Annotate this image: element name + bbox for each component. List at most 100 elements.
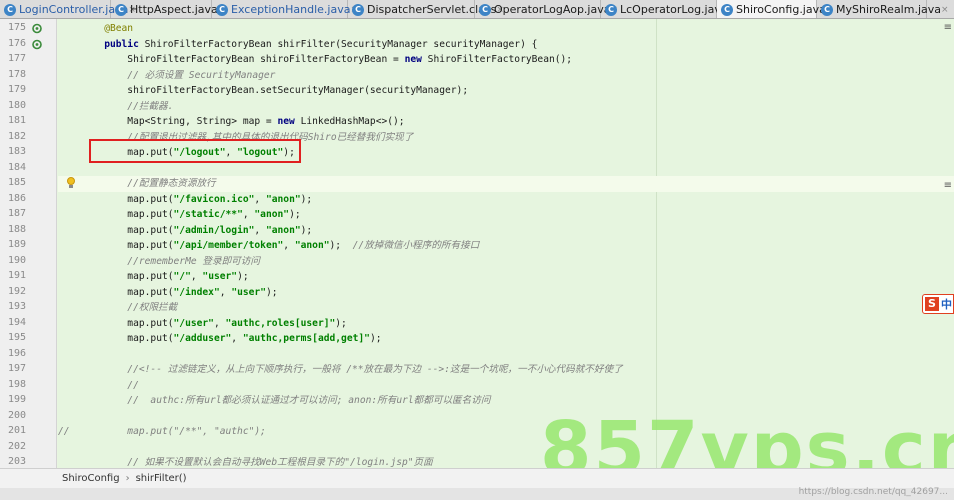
code-token: "/index" [173, 286, 220, 298]
line-number: 187 [8, 208, 27, 219]
code-token: new [404, 54, 428, 65]
ime-badge[interactable]: S 中 [922, 294, 954, 314]
tab-httpaspect-java[interactable]: CHttpAspect.java× [111, 0, 225, 18]
code-token: , [231, 333, 243, 344]
code-token: ); [265, 286, 278, 298]
code-token: public [58, 38, 145, 50]
code-token: map.put( [58, 224, 174, 236]
code-token: map.put( [58, 209, 174, 220]
code-line[interactable]: map.put("/api/member/token", "anon"); //… [58, 238, 954, 254]
editor-tab-bar: CLoginController.java×CHttpAspect.java×C… [0, 0, 954, 19]
line-number-gutter: 175 176 177 178 179 180 181 182 183 184 185 186 187 1… [0, 19, 57, 468]
code-line[interactable]: map.put("/", "user"); [58, 269, 954, 285]
code-token: , [190, 271, 203, 282]
code-line[interactable]: public ShiroFilterFactoryBean shirFilter… [58, 37, 954, 53]
close-icon[interactable]: × [941, 5, 949, 15]
tab-shiroconfig-java[interactable]: CShiroConfig.java× [717, 0, 833, 18]
line-number: 189 [8, 239, 27, 250]
breadcrumb-method[interactable]: shirFilter() [136, 473, 187, 484]
code-token: map.put( [58, 193, 174, 205]
code-line[interactable]: // [58, 378, 954, 394]
code-token: ShiroFilterFactoryBean(); [427, 54, 573, 65]
code-token: // 必须设置 SecurityManager [58, 69, 276, 81]
code-token: //放掉微信小程序的所有接口 [352, 240, 480, 251]
code-token: ); [289, 209, 301, 220]
class-file-icon: C [4, 3, 16, 16]
line-number: 179 [8, 84, 27, 95]
breadcrumb-class[interactable]: ShiroConfig [62, 473, 120, 484]
code-token: "/admin/login" [173, 224, 255, 236]
code-token: new [277, 116, 301, 127]
code-line[interactable]: //rememberMe 登录即可访问 [58, 254, 954, 270]
code-token: "anon" [254, 209, 290, 220]
code-editor[interactable]: @Bean public ShiroFilterFactoryBean shir… [58, 19, 954, 468]
line-number: 188 [8, 223, 27, 235]
class-file-icon: C [605, 3, 617, 16]
scroll-marker: ≡ [943, 22, 952, 33]
code-token: "/user" [173, 317, 214, 329]
code-line[interactable]: map.put("/static/**", "anon"); [58, 207, 954, 223]
code-line[interactable]: map.put("/favicon.ico", "anon"); [58, 192, 954, 208]
tab-label: ShiroConfig.java [736, 3, 826, 16]
line-number: 193 [8, 301, 27, 312]
code-line[interactable]: map.put("/index", "user"); [58, 285, 954, 301]
line-number: 185 [8, 177, 27, 188]
code-token: ); [300, 193, 313, 205]
code-line[interactable]: //<!-- 过滤链定义，从上向下顺序执行，一般将 /**放在最为下边 -->:… [58, 362, 954, 378]
code-token: "anon" [265, 224, 301, 236]
tab-label: ExceptionHandle.java [231, 3, 351, 16]
line-number: 196 [8, 347, 27, 359]
class-file-icon: C [479, 3, 491, 16]
intention-bulb-icon[interactable] [66, 177, 76, 189]
code-token: "anon" [265, 193, 301, 205]
code-token: ); [329, 240, 353, 251]
code-token: "anon" [294, 240, 330, 251]
line-number: 203 [8, 456, 27, 467]
tab-operatorlogaop-java[interactable]: COperatorLogAop.java× [475, 0, 618, 18]
code-token: "/static/**" [173, 209, 243, 220]
line-number: 197 [8, 363, 27, 374]
line-number: 183 [8, 146, 27, 157]
code-line[interactable]: @Bean [58, 21, 954, 37]
code-line[interactable]: //拦截器. [58, 99, 954, 115]
code-token: // authc:所有url都必须认证通过才可以访问; anon:所有url都都… [58, 395, 491, 406]
code-token: "user" [202, 271, 238, 282]
override-marker-icon[interactable] [32, 39, 44, 50]
tab-label: HttpAspect.java [130, 3, 218, 16]
code-token: //<!-- 过滤链定义，从上向下顺序执行，一般将 /**放在最为下边 -->:… [58, 364, 623, 375]
code-token: ); [335, 317, 347, 329]
code-token: ); [369, 333, 382, 344]
line-number: 178 [8, 68, 27, 80]
code-line[interactable]: //配置静态资源放行 [58, 176, 954, 192]
line-number: 198 [8, 378, 27, 390]
tab-myshirorealm-java[interactable]: C MyShiroRealm.java × [817, 0, 949, 18]
code-line[interactable]: // 必须设置 SecurityManager [58, 68, 954, 84]
tab-exceptionhandle-java[interactable]: CExceptionHandle.java× [212, 0, 358, 18]
line-number: 194 [8, 316, 27, 328]
override-marker-icon[interactable] [32, 23, 44, 34]
tab-label: LcOperatorLog.java [620, 3, 728, 16]
code-line[interactable]: map.put("/adduser", "authc,perms[add,get… [58, 331, 954, 347]
tab-logincontroller-java[interactable]: C LoginController.java × [0, 0, 136, 18]
code-line[interactable]: shiroFilterFactoryBean.setSecurityManage… [58, 83, 954, 99]
code-token: "/" [173, 271, 191, 282]
code-token: map.put( [58, 317, 174, 329]
tab-dispatcherservlet-class[interactable]: C DispatcherServlet.class × [348, 0, 504, 18]
tab-lcoperatorlog-java[interactable]: CLcOperatorLog.java× [601, 0, 735, 18]
line-number: 199 [8, 394, 27, 405]
code-line[interactable]: Map<String, String> map = new LinkedHash… [58, 114, 954, 130]
highlight-box [89, 139, 301, 163]
line-number: 186 [8, 192, 27, 204]
code-token: map.put( [58, 271, 174, 282]
line-number: 177 [8, 53, 27, 64]
code-token: "authc,perms[add,get]" [242, 333, 370, 344]
code-line[interactable]: map.put("/user", "authc,roles[user]"); [58, 316, 954, 332]
code-line[interactable]: map.put("/admin/login", "anon"); [58, 223, 954, 239]
class-file-icon: C [821, 3, 833, 16]
breadcrumb-separator-icon: › [125, 473, 130, 484]
code-token: map.put( [58, 286, 174, 298]
code-line[interactable] [58, 347, 954, 363]
code-token: @Bean [58, 23, 134, 34]
code-line[interactable]: ShiroFilterFactoryBean shiroFilterFactor… [58, 52, 954, 68]
code-line[interactable]: //权限拦截 [58, 300, 954, 316]
